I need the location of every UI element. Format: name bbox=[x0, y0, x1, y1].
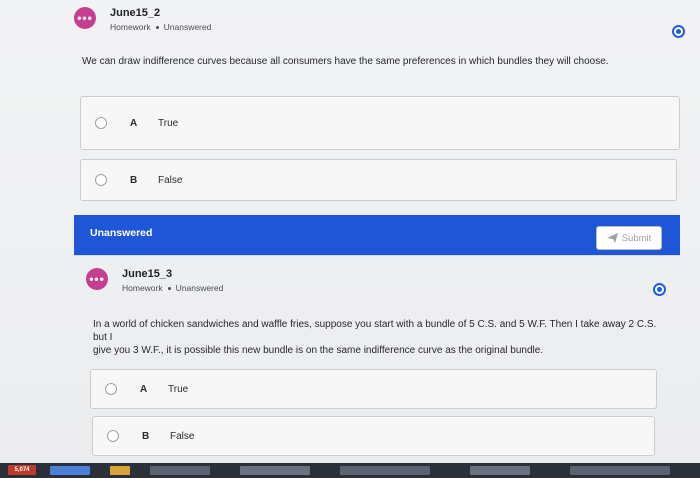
question-avatar-icon: ••• bbox=[86, 268, 108, 290]
taskbar-app-icon[interactable] bbox=[340, 466, 430, 475]
question-header: ••• June15_3 Homework Unanswered bbox=[86, 268, 223, 293]
submit-label: Submit bbox=[621, 232, 652, 244]
taskbar: 5,074 bbox=[0, 463, 700, 478]
choice-letter: B bbox=[142, 430, 150, 442]
question-prompt: We can draw indifference curves because … bbox=[82, 56, 609, 67]
question-prompt: In a world of chicken sandwiches and waf… bbox=[93, 318, 663, 357]
question-title: June15_2 bbox=[110, 7, 161, 19]
choice-letter: B bbox=[130, 174, 138, 186]
choice-text: False bbox=[170, 430, 195, 442]
choice-text: True bbox=[158, 117, 179, 129]
submit-button[interactable]: Submit bbox=[596, 226, 662, 250]
send-icon bbox=[606, 233, 618, 243]
taskbar-app-icon[interactable] bbox=[570, 466, 670, 475]
question-status: Homework Unanswered bbox=[110, 22, 211, 32]
taskbar-app-icon[interactable] bbox=[470, 466, 530, 475]
section-divider bbox=[74, 255, 680, 256]
question-status: Homework Unanswered bbox=[122, 283, 223, 293]
homework-label: Homework bbox=[110, 22, 151, 32]
flag-question-icon[interactable] bbox=[672, 25, 685, 38]
answer-choice-a[interactable]: A True bbox=[80, 96, 680, 150]
choice-letter: A bbox=[130, 117, 138, 129]
taskbar-app-icon[interactable] bbox=[110, 466, 130, 475]
choice-text: False bbox=[158, 174, 183, 186]
answer-choice-a[interactable]: A True bbox=[90, 369, 657, 409]
taskbar-badge[interactable]: 5,074 bbox=[8, 465, 36, 475]
flag-question-icon[interactable] bbox=[653, 283, 666, 296]
prompt-line: In a world of chicken sandwiches and waf… bbox=[93, 319, 657, 343]
choice-text: True bbox=[168, 383, 189, 395]
radio-button[interactable] bbox=[107, 430, 119, 442]
radio-button[interactable] bbox=[95, 174, 107, 186]
answer-choice-b[interactable]: B False bbox=[80, 159, 677, 201]
answer-status-bar: Unanswered Submit bbox=[74, 215, 680, 255]
taskbar-app-icon[interactable] bbox=[50, 466, 90, 475]
question-avatar-icon: ••• bbox=[74, 7, 96, 29]
separator-dot-icon bbox=[155, 26, 159, 30]
status-text: Unanswered bbox=[163, 22, 212, 32]
homework-label: Homework bbox=[122, 283, 163, 293]
taskbar-app-icon[interactable] bbox=[150, 466, 210, 475]
homework-page: ••• June15_2 Homework Unanswered We can d… bbox=[0, 0, 700, 478]
question-header: ••• June15_2 Homework Unanswered bbox=[74, 7, 211, 32]
question-title: June15_3 bbox=[122, 268, 173, 280]
prompt-line: give you 3 W.F., it is possible this new… bbox=[93, 345, 544, 356]
separator-dot-icon bbox=[167, 287, 171, 291]
status-text: Unanswered bbox=[175, 283, 224, 293]
radio-button[interactable] bbox=[105, 383, 117, 395]
answer-choice-b[interactable]: B False bbox=[92, 416, 655, 456]
answer-status-label: Unanswered bbox=[90, 227, 153, 239]
taskbar-app-icon[interactable] bbox=[240, 466, 310, 475]
choice-letter: A bbox=[140, 383, 148, 395]
radio-button[interactable] bbox=[95, 117, 107, 129]
